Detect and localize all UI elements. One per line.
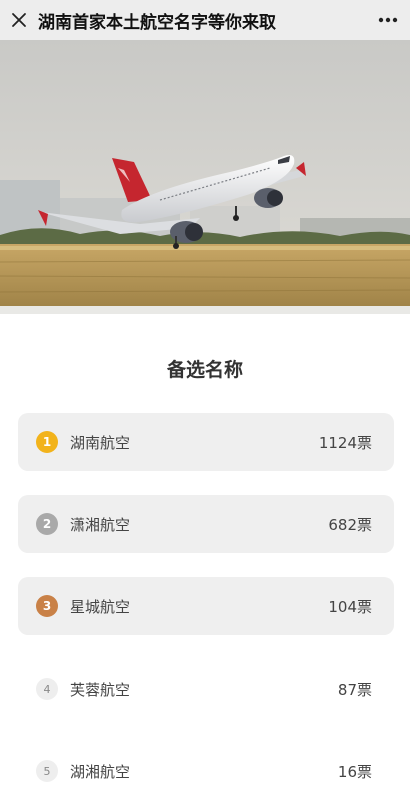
option-name: 湖湘航空 (70, 762, 131, 781)
hero-image (0, 40, 410, 314)
rank-number: 3 (42, 599, 52, 613)
option-votes: 87票 (337, 680, 372, 699)
option-item[interactable]: 5 湖湘航空 16票 (18, 742, 394, 800)
top-bar: 湖南首家本土航空名字等你来取 (0, 0, 410, 40)
bronze-medal-icon: 3 (36, 595, 58, 617)
section-title: 备选名称 (166, 359, 243, 381)
page-title: 湖南首家本土航空名字等你来取 (38, 12, 276, 33)
rank-number: 5 (43, 764, 51, 778)
option-votes: 104票 (328, 597, 372, 616)
rank-badge: 5 (36, 760, 58, 782)
option-item[interactable]: 3 星城航空 104票 (18, 577, 394, 635)
gold-medal-icon: 1 (36, 431, 58, 453)
close-icon[interactable] (8, 9, 30, 31)
option-name: 潇湘航空 (70, 515, 131, 534)
silver-medal-icon: 2 (36, 513, 58, 535)
rank-number: 2 (42, 517, 52, 531)
option-item[interactable]: 2 潇湘航空 682票 (18, 495, 394, 553)
option-item[interactable]: 4 芙蓉航空 87票 (18, 660, 394, 718)
option-votes: 16票 (337, 762, 372, 781)
option-name: 芙蓉航空 (70, 680, 131, 699)
option-votes: 682票 (328, 515, 372, 534)
rank-number: 1 (42, 435, 52, 449)
option-votes: 1124票 (318, 433, 372, 452)
option-item[interactable]: 1 湖南航空 1124票 (18, 413, 394, 471)
rank-number: 4 (43, 682, 51, 696)
rank-badge: 4 (36, 678, 58, 700)
option-name: 星城航空 (70, 597, 131, 616)
option-name: 湖南航空 (70, 433, 131, 452)
more-icon[interactable] (376, 9, 400, 31)
